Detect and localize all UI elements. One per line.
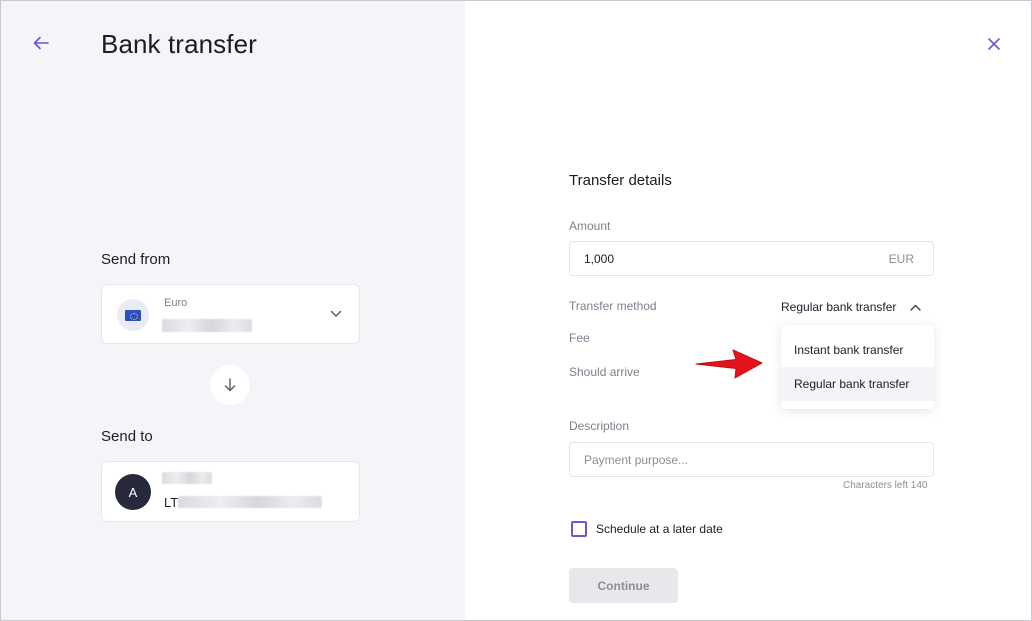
transfer-method-label: Transfer method: [569, 299, 657, 313]
arrow-down-icon: [224, 378, 236, 392]
schedule-label: Schedule at a later date: [596, 522, 723, 536]
avatar: A: [115, 474, 151, 510]
description-input[interactable]: Payment purpose...: [569, 442, 934, 477]
amount-input[interactable]: 1,000 EUR: [569, 241, 934, 276]
transfer-details-title: Transfer details: [569, 172, 672, 189]
close-button[interactable]: [983, 33, 1005, 55]
recipient-iban-redacted: [178, 496, 322, 508]
arrow-left-icon: [33, 36, 49, 50]
recipient-card: A LT: [101, 461, 360, 522]
send-to-label: Send to: [101, 428, 153, 445]
transfer-method-value: Regular bank transfer: [781, 300, 897, 314]
account-balance-redacted: [162, 319, 252, 332]
chevron-up-icon: [910, 304, 922, 311]
description-placeholder: Payment purpose...: [584, 453, 689, 467]
schedule-checkbox[interactable]: [571, 521, 587, 537]
continue-button[interactable]: Continue: [569, 568, 678, 603]
schedule-later-toggle[interactable]: Schedule at a later date: [571, 521, 723, 537]
amount-currency: EUR: [888, 252, 914, 266]
page-title: Bank transfer: [101, 29, 257, 59]
close-icon: [988, 38, 1000, 50]
fee-label: Fee: [569, 331, 590, 345]
chevron-down-icon: [329, 307, 343, 321]
send-from-label: Send from: [101, 251, 171, 268]
red-arrow-icon: [695, 349, 763, 379]
description-label: Description: [569, 419, 630, 433]
eu-flag-icon: [125, 309, 141, 321]
recipient-name-redacted: [162, 472, 212, 484]
amount-label: Amount: [569, 219, 611, 233]
amount-value: 1,000: [584, 252, 615, 266]
send-from-account-select[interactable]: Euro: [101, 284, 360, 344]
recipient-iban: LT: [164, 495, 179, 510]
bank-transfer-window: Bank transfer Send from Euro Send to A L…: [0, 0, 1032, 621]
should-arrive-label: Should arrive: [569, 365, 640, 379]
transfer-method-select[interactable]: Regular bank transfer: [781, 298, 922, 316]
account-currency: Euro: [164, 297, 188, 309]
characters-left: Characters left 140: [843, 480, 928, 491]
currency-flag: [117, 299, 149, 331]
option-regular-bank-transfer[interactable]: Regular bank transfer: [781, 367, 934, 401]
direction-indicator: [210, 365, 250, 405]
transfer-method-dropdown: Instant bank transfer Regular bank trans…: [781, 325, 934, 409]
left-panel: Bank transfer Send from Euro Send to A L…: [1, 1, 465, 620]
option-instant-bank-transfer[interactable]: Instant bank transfer: [781, 333, 934, 367]
back-button[interactable]: [29, 31, 53, 55]
